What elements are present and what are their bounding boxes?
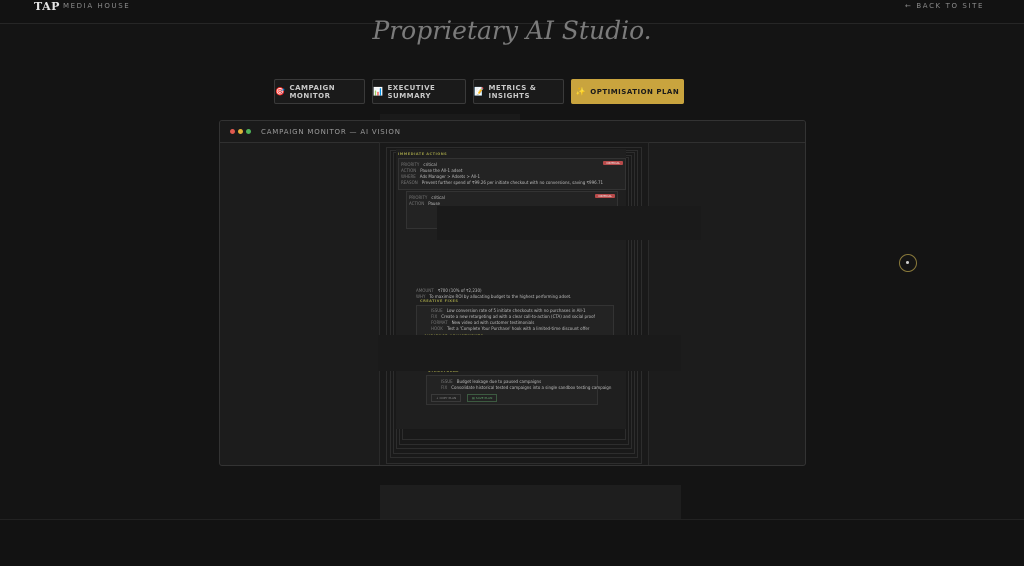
placeholder-block (437, 206, 701, 240)
hero-title: Proprietary AI Studio. (372, 16, 652, 45)
section-creative-fixes: CREATIVE FIXES (420, 299, 459, 303)
creative-hook: Test a 'Complete Your Purchase' hook wit… (446, 326, 590, 331)
window-title: CAMPAIGN MONITOR — AI VISION (261, 127, 401, 136)
creative-fix: Create a new retargeting ad with a clear… (441, 314, 595, 319)
critical-badge: CRITICAL (603, 161, 623, 165)
ai-vision-window: CAMPAIGN MONITOR — AI VISION IMMEDIATE A… (219, 120, 806, 466)
minimize-dot-icon[interactable] (238, 129, 243, 134)
section-immediate-actions: IMMEDIATE ACTIONS (398, 152, 448, 156)
memo-icon: 📝 (474, 87, 485, 96)
placeholder-block (380, 485, 681, 521)
window-titlebar: CAMPAIGN MONITOR — AI VISION (220, 121, 805, 143)
structural-card: ISSUE Budget leakage due to paused campai… (426, 375, 611, 405)
action-text: Pause the All-1 adset (420, 168, 463, 173)
maximize-dot-icon[interactable] (246, 129, 251, 134)
tab-executive-summary[interactable]: 📊 EXECUTIVE SUMMARY (372, 79, 466, 104)
cursor-ring-icon (899, 254, 917, 272)
creative-issue: Low conversion rate of 5 initiate checko… (446, 308, 586, 313)
action-priority: critical (423, 162, 437, 167)
action-where: Ads Manager > Adsets > All-1 (419, 174, 481, 179)
tab-metrics-insights[interactable]: 📝 METRICS & INSIGHTS (473, 79, 564, 104)
logo[interactable]: TAP (34, 0, 60, 13)
structural-fix: Consolidate historical tested campaigns … (451, 385, 612, 390)
creative-card: ISSUE Low conversion rate of 5 initiate c… (416, 305, 614, 337)
logo-subtitle: MEDIA HOUSE (63, 2, 131, 10)
footer-band (0, 519, 1024, 566)
tab-label: METRICS & INSIGHTS (488, 83, 537, 100)
creative-format: New video ad with customer testimonials (451, 320, 535, 325)
tab-campaign-monitor[interactable]: 🎯 CAMPAIGN MONITOR (274, 79, 365, 104)
budget-amount: ₹700 (10% of ₹2,230) (437, 288, 482, 293)
structural-issue: Budget leakage due to paused campaigns (456, 379, 542, 384)
back-label: BACK TO SITE (916, 2, 984, 10)
recursive-preview: IMMEDIATE ACTIONS CRITICAL PRIORITY criti… (379, 142, 649, 465)
target-icon: 🎯 (275, 87, 286, 96)
sparkles-icon: ✨ (575, 87, 587, 96)
arrow-left-icon: ← (904, 2, 913, 10)
close-dot-icon[interactable] (230, 129, 235, 134)
back-to-site-link[interactable]: ← BACK TO SITE (905, 2, 988, 10)
tab-label: CAMPAIGN MONITOR (289, 83, 336, 100)
chart-icon: 📊 (373, 87, 384, 96)
tab-optimisation-plan[interactable]: ✨ OPTIMISATION PLAN (571, 79, 684, 104)
action-reason: Prevent further spend of ₹99.26 per init… (421, 180, 604, 185)
save-plan-button[interactable]: ▤ SAVE PLAN (467, 394, 498, 402)
action-card: CRITICAL PRIORITY critical ACTION Pause th… (398, 158, 626, 190)
tab-label: OPTIMISATION PLAN (590, 87, 680, 96)
critical-badge: CRITICAL (595, 194, 615, 198)
tab-label: EXECUTIVE SUMMARY (387, 83, 436, 100)
optimisation-plan-content: IMMEDIATE ACTIONS CRITICAL PRIORITY criti… (396, 149, 626, 429)
copy-plan-button[interactable]: ↓ COPY PLAN (431, 394, 462, 402)
action-priority: critical (431, 195, 445, 200)
tab-bar: 🎯 CAMPAIGN MONITOR 📊 EXECUTIVE SUMMARY 📝… (274, 79, 684, 104)
placeholder-block (378, 335, 681, 371)
